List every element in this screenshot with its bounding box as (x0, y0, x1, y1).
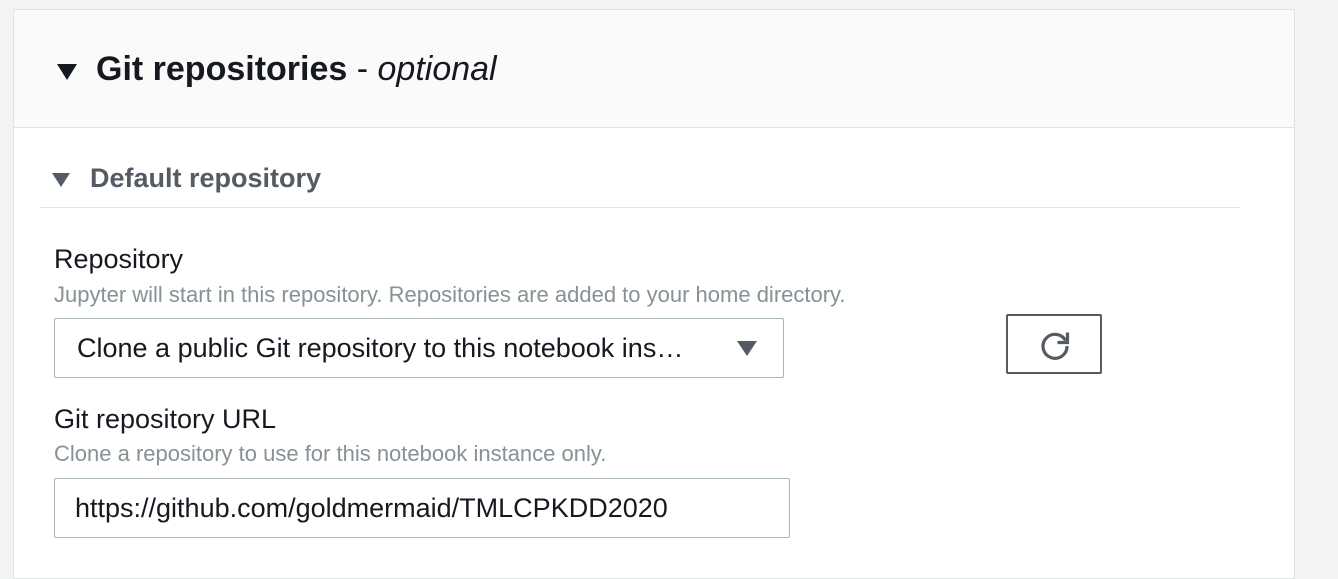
refresh-icon (1041, 332, 1070, 360)
panel-title-text: Git repositories (96, 50, 348, 88)
repository-description: Jupyter will start in this repository. R… (54, 282, 846, 307)
panel-header[interactable]: Git repositories - optional (14, 10, 1294, 128)
caret-down-icon (737, 341, 757, 356)
repository-label: Repository (54, 244, 184, 274)
repository-select-value: Clone a public Git repository to this no… (77, 333, 684, 363)
git-url-input[interactable] (54, 478, 790, 538)
default-repository-title[interactable]: Default repository (90, 160, 321, 196)
repository-select[interactable]: Clone a public Git repository to this no… (54, 318, 784, 378)
panel-title[interactable]: Git repositories - optional (96, 47, 497, 91)
caret-down-icon[interactable] (57, 64, 77, 80)
caret-down-icon[interactable] (52, 173, 70, 187)
panel-title-separator: - (356, 50, 369, 88)
default-repository-header[interactable]: Default repository (40, 158, 1240, 208)
optional-label: optional (377, 50, 497, 88)
git-url-label: Git repository URL (54, 404, 277, 434)
refresh-button[interactable] (1006, 314, 1102, 374)
git-url-description: Clone a repository to use for this noteb… (54, 441, 607, 466)
